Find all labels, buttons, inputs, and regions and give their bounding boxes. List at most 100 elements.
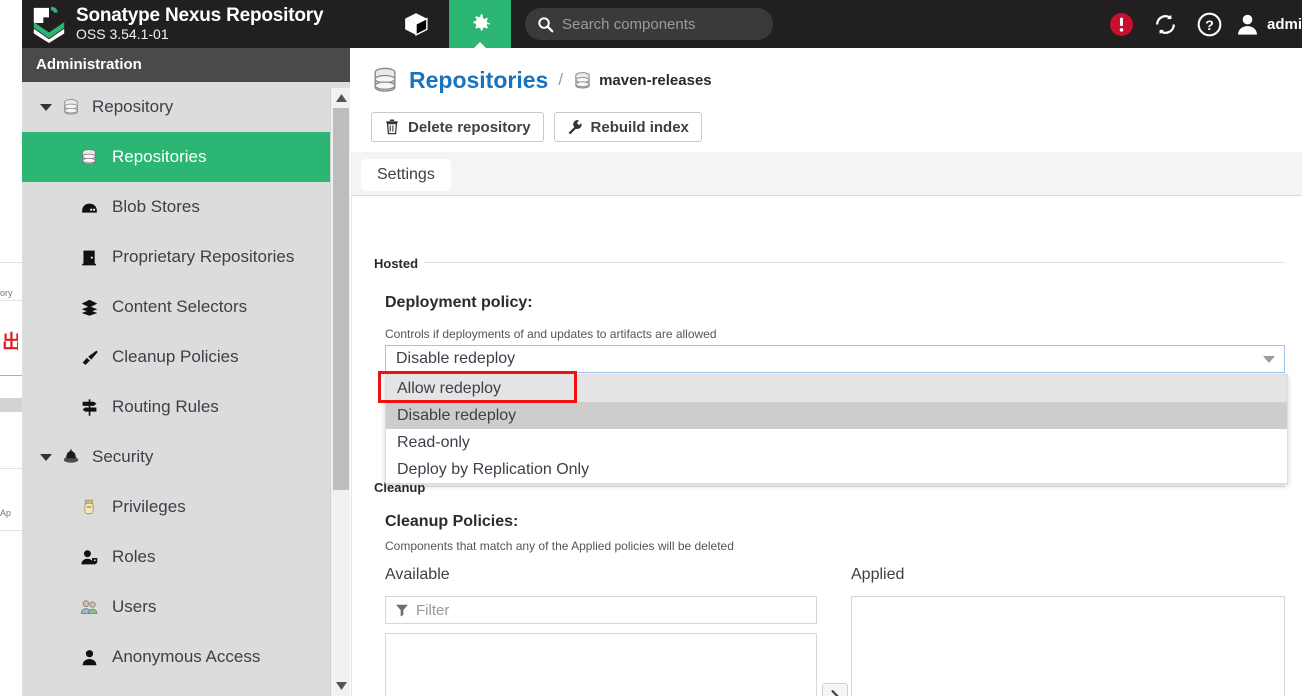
svg-text:?: ? — [1206, 17, 1215, 33]
nav-browse-button[interactable] — [385, 0, 447, 48]
delete-repository-label: Delete repository — [408, 118, 531, 136]
deployment-policy-selected-value: Disable redeploy — [396, 350, 516, 367]
sidebar-item-label: Content Selectors — [112, 297, 248, 316]
background-divider — [0, 300, 22, 301]
sidebar-item-roles[interactable]: Roles — [22, 532, 350, 582]
header-icon-group: ? admi — [1100, 0, 1302, 48]
sidebar-item-privileges[interactable]: Privileges — [22, 482, 350, 532]
annotation-highlight-box — [378, 371, 577, 403]
refresh-icon — [1156, 14, 1176, 34]
sidebar-item-label: Privileges — [112, 497, 186, 516]
available-filter-placeholder: Filter — [416, 601, 450, 619]
settings-form-area: Hosted Deployment policy: Controls if de… — [351, 196, 1302, 696]
chevron-down-icon — [40, 453, 52, 461]
help-question-icon: ? — [1198, 12, 1222, 36]
trash-icon — [384, 119, 400, 135]
refresh-button[interactable] — [1144, 0, 1188, 48]
sidebar-item-label: Blob Stores — [112, 197, 200, 216]
tab-settings[interactable]: Settings — [361, 159, 451, 191]
app-title: Sonatype Nexus Repository — [76, 5, 324, 27]
alert-exclamation-icon — [1110, 12, 1134, 36]
search-icon — [537, 16, 554, 33]
wrench-icon — [567, 119, 583, 135]
breadcrumb-separator: / — [558, 70, 564, 89]
privileges-icon — [80, 498, 102, 516]
nexus-logo-icon — [33, 6, 65, 43]
admin-sidebar: Repository Repositories Blob Stores Prop… — [22, 82, 350, 696]
database-small-icon — [573, 71, 592, 90]
dropdown-option-read-only[interactable]: Read-only — [386, 429, 1287, 456]
anonymous-user-icon — [80, 648, 102, 667]
background-divider — [0, 262, 22, 263]
dropdown-option-label: Disable redeploy — [397, 406, 517, 424]
cleanup-section-rule — [424, 486, 1285, 487]
chevron-down-icon — [40, 103, 52, 111]
breadcrumb-root-link[interactable]: Repositories — [409, 67, 548, 94]
broom-icon — [80, 348, 102, 367]
available-filter-input[interactable]: Filter — [385, 596, 817, 624]
users-icon — [80, 598, 102, 617]
sidebar-scrollbar[interactable] — [330, 88, 350, 696]
hosted-section-rule — [424, 262, 1285, 263]
tab-settings-label: Settings — [377, 166, 435, 183]
nav-admin-button[interactable] — [449, 0, 511, 49]
dropdown-option-label: Read-only — [397, 433, 470, 451]
applied-column-header: Applied — [851, 566, 905, 583]
breadcrumb: Repositories / maven-releases — [371, 66, 712, 94]
sidebar-item-content-selectors[interactable]: Content Selectors — [22, 282, 350, 332]
sidebar-group-repository[interactable]: Repository — [22, 82, 350, 132]
deployment-policy-help: Controls if deployments of and updates t… — [385, 327, 717, 341]
scroll-down-arrow-icon[interactable] — [331, 676, 351, 696]
proprietary-icon — [80, 248, 102, 267]
available-policies-list[interactable] — [385, 633, 817, 696]
sidebar-item-blob-stores[interactable]: Blob Stores — [22, 182, 350, 232]
sidebar-group-security[interactable]: Security — [22, 432, 350, 482]
cleanup-policies-label: Cleanup Policies: — [385, 513, 519, 530]
database-icon — [62, 98, 82, 116]
applied-policies-list[interactable] — [851, 596, 1285, 696]
background-divider — [0, 530, 22, 531]
scroll-up-arrow-icon[interactable] — [331, 88, 351, 108]
search-input[interactable]: Search components — [525, 8, 773, 40]
cleanup-policies-help: Components that match any of the Applied… — [385, 539, 734, 553]
sidebar-item-label: Cleanup Policies — [112, 347, 239, 366]
sidebar-item-users[interactable]: Users — [22, 582, 350, 632]
sidebar-item-routing-rules[interactable]: Routing Rules — [22, 382, 350, 432]
app-logo-block[interactable]: Sonatype Nexus Repository OSS 3.54.1-01 — [30, 4, 324, 44]
sidebar-item-repositories[interactable]: Repositories — [22, 132, 350, 182]
dropdown-option-label: Deploy by Replication Only — [397, 460, 590, 478]
alert-button[interactable] — [1100, 0, 1144, 48]
move-right-button[interactable] — [822, 683, 848, 696]
search-placeholder: Search components — [562, 15, 696, 33]
help-button[interactable]: ? — [1188, 0, 1232, 48]
user-menu-button[interactable]: admi — [1234, 11, 1302, 38]
sidebar-group-label: Security — [92, 447, 154, 466]
rebuild-index-label: Rebuild index — [590, 118, 689, 136]
sidebar-item-label: Anonymous Access — [112, 647, 261, 666]
deployment-policy-select[interactable]: Disable redeploy — [385, 345, 1285, 373]
roles-icon — [80, 548, 102, 567]
sidebar-item-label: Proprietary Repositories — [112, 247, 295, 266]
tab-strip: Settings — [351, 152, 1302, 196]
dropdown-option-disable-redeploy[interactable]: Disable redeploy — [386, 402, 1287, 429]
background-text-clip-1: ory — [0, 288, 13, 298]
background-text-clip-2: Ap — [0, 508, 12, 518]
scrollbar-thumb[interactable] — [333, 108, 349, 490]
blob-store-icon — [80, 198, 102, 217]
sidebar-group-label: Repository — [92, 97, 174, 116]
administration-section-header: Administration — [22, 48, 350, 82]
sidebar-item-proprietary-repositories[interactable]: Proprietary Repositories — [22, 232, 350, 282]
user-name-label: admi — [1266, 15, 1302, 33]
dropdown-option-deploy-by-replication-only[interactable]: Deploy by Replication Only — [386, 456, 1287, 483]
sidebar-item-anonymous-access[interactable]: Anonymous Access — [22, 632, 350, 682]
rebuild-index-button[interactable]: Rebuild index — [553, 112, 702, 142]
administration-label: Administration — [36, 56, 142, 73]
user-avatar-icon — [1238, 14, 1257, 35]
sidebar-item-label: Roles — [112, 547, 156, 566]
background-gray-band — [0, 398, 22, 412]
delete-repository-button[interactable]: Delete repository — [371, 112, 544, 142]
sidebar-item-label: Repositories — [112, 147, 207, 166]
background-divider — [0, 468, 22, 469]
sidebar-item-cleanup-policies[interactable]: Cleanup Policies — [22, 332, 350, 382]
app-version: OSS 3.54.1-01 — [76, 25, 169, 42]
